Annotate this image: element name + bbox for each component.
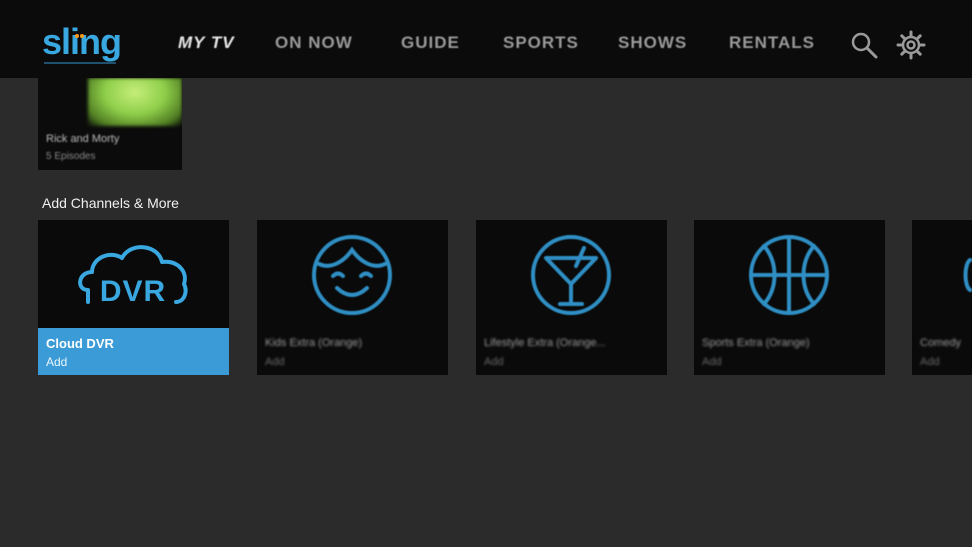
tile-name: Lifestyle Extra (Orange...: [484, 337, 606, 349]
tile-comedy[interactable]: Comedy Add: [912, 220, 972, 375]
basketball-icon: [694, 220, 885, 328]
show-card-rick-and-morty[interactable]: Rick and Morty 5 Episodes: [38, 78, 182, 170]
tile-action: Add: [484, 356, 504, 368]
kids-face-icon: [257, 220, 448, 328]
tile-name: Cloud DVR: [46, 336, 114, 351]
sling-logo[interactable]: sling: [42, 22, 122, 66]
tile-name: Kids Extra (Orange): [265, 337, 363, 349]
show-episode-count: 5 Episodes: [46, 151, 96, 162]
cocktail-icon: [476, 220, 667, 328]
section-title-add-channels: Add Channels & More: [42, 195, 179, 211]
tile-cloud-dvr[interactable]: DVR Cloud DVR Add: [38, 220, 229, 375]
logo-dots: [75, 25, 89, 38]
tile-sports-extra[interactable]: Sports Extra (Orange) Add: [694, 220, 885, 375]
tile-action: Add: [920, 356, 940, 368]
nav-sports[interactable]: SPORTS: [503, 33, 579, 53]
tile-action: Add: [265, 356, 285, 368]
nav-guide[interactable]: GUIDE: [401, 33, 460, 53]
tile-action: Add: [46, 355, 68, 369]
tile-action: Add: [702, 356, 722, 368]
logo-underline: [44, 62, 116, 64]
tile-kids-extra[interactable]: Kids Extra (Orange) Add: [257, 220, 448, 375]
nav-rentals[interactable]: RENTALS: [729, 33, 815, 53]
tile-name: Sports Extra (Orange): [702, 337, 810, 349]
dvr-cloud-icon: DVR: [38, 220, 229, 328]
nav-my-tv[interactable]: MY TV: [178, 33, 235, 53]
search-icon[interactable]: [849, 30, 879, 60]
tile-lifestyle-extra[interactable]: Lifestyle Extra (Orange... Add: [476, 220, 667, 375]
svg-text:DVR: DVR: [100, 275, 166, 308]
comedy-icon: [912, 220, 972, 328]
tile-name: Comedy: [920, 337, 961, 349]
show-title: Rick and Morty: [46, 133, 120, 145]
show-thumbnail: [88, 78, 182, 126]
gear-icon[interactable]: [896, 30, 926, 60]
nav-shows[interactable]: SHOWS: [618, 33, 687, 53]
top-navigation-bar: sling MY TV ON NOW GUIDE SPORTS SHOWS RE…: [0, 0, 972, 78]
nav-on-now[interactable]: ON NOW: [275, 33, 353, 53]
